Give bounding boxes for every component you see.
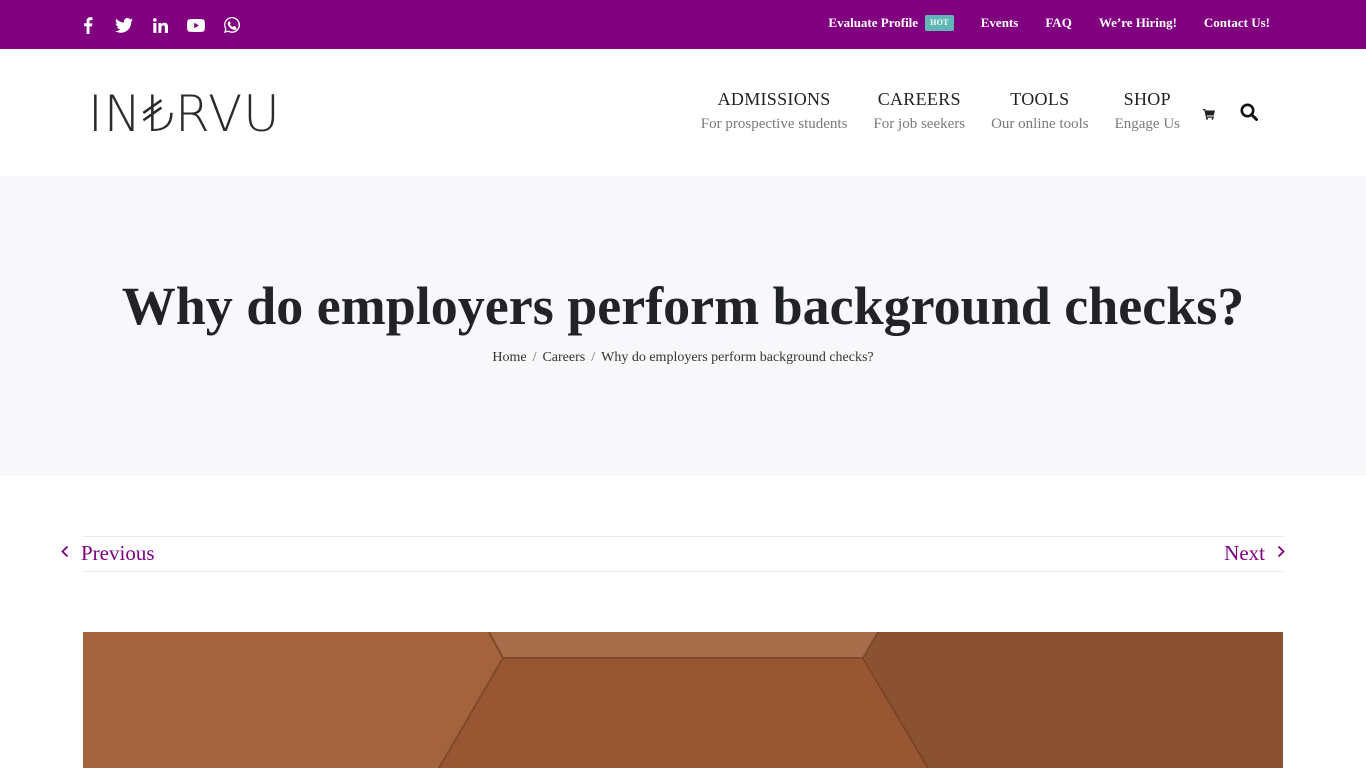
featured-image	[83, 632, 1283, 768]
post-navigation: Previous Next	[61, 536, 1285, 572]
nav-tools[interactable]: TOOLS Our online tools	[991, 87, 1089, 136]
next-post-link[interactable]: Next	[1224, 541, 1285, 566]
topnav-evaluate-profile[interactable]: Evaluate Profile HOT	[828, 15, 954, 31]
nav-shop-title: SHOP	[1123, 89, 1171, 109]
search-icon[interactable]	[1240, 103, 1258, 125]
page-title: Why do employers perform background chec…	[121, 276, 1245, 336]
featured-illustration	[83, 632, 1283, 768]
topnav-events[interactable]: Events	[981, 15, 1019, 31]
breadcrumb-home[interactable]: Home	[492, 350, 526, 365]
whatsapp-icon[interactable]	[222, 14, 242, 36]
linkedin-icon[interactable]	[150, 14, 170, 36]
breadcrumb-separator: /	[591, 350, 596, 365]
page-title-bar: Why do employers perform background chec…	[0, 176, 1366, 476]
top-nav: Evaluate Profile HOT Events FAQ We’re Hi…	[828, 0, 1270, 46]
hot-badge: HOT	[925, 15, 954, 31]
facebook-icon[interactable]	[78, 14, 98, 36]
topnav-contact[interactable]: Contact Us!	[1204, 15, 1270, 31]
twitter-icon[interactable]	[114, 14, 134, 36]
social-links	[78, 14, 258, 36]
breadcrumb-careers[interactable]: Careers	[542, 350, 585, 365]
image-right-wall	[863, 632, 1283, 768]
chevron-left-icon	[61, 545, 69, 562]
nav-shop-subtitle: Engage Us	[1114, 116, 1180, 132]
nav-admissions-subtitle: For prospective students	[700, 116, 848, 132]
breadcrumb: Home / Careers / Why do employers perform ba…	[0, 350, 1366, 366]
topnav-hiring[interactable]: We’re Hiring!	[1099, 15, 1177, 31]
previous-label: Previous	[81, 541, 155, 565]
nav-tools-title: TOOLS	[1010, 89, 1070, 109]
nav-shop[interactable]: SHOP Engage Us	[1115, 87, 1180, 136]
image-floor	[439, 658, 928, 768]
main-nav: ADMISSIONS For prospective students CARE…	[701, 87, 1180, 136]
breadcrumb-separator: /	[532, 350, 537, 365]
chevron-right-icon	[1277, 545, 1285, 562]
site-header: IN₺RVU ADMISSIONS For prospective studen…	[0, 49, 1366, 176]
nav-careers[interactable]: CAREERS For job seekers	[873, 87, 965, 136]
youtube-icon[interactable]	[186, 14, 206, 36]
breadcrumb-current: Why do employers perform background chec…	[601, 350, 874, 365]
next-label: Next	[1224, 541, 1265, 565]
nav-admissions[interactable]: ADMISSIONS For prospective students	[701, 87, 848, 136]
nav-admissions-title: ADMISSIONS	[717, 89, 831, 109]
topnav-faq[interactable]: FAQ	[1045, 15, 1071, 31]
nav-careers-subtitle: For job seekers	[873, 116, 966, 132]
site-logo[interactable]: IN₺RVU	[88, 89, 281, 139]
nav-careers-title: CAREERS	[877, 89, 961, 109]
image-ceiling	[489, 632, 878, 658]
topnav-evaluate-profile-label: Evaluate Profile	[828, 15, 919, 30]
nav-tools-subtitle: Our online tools	[991, 116, 1089, 132]
top-bar: Evaluate Profile HOT Events FAQ We’re Hi…	[0, 0, 1366, 49]
previous-post-link[interactable]: Previous	[61, 541, 155, 566]
cart-icon[interactable]	[1203, 105, 1215, 124]
